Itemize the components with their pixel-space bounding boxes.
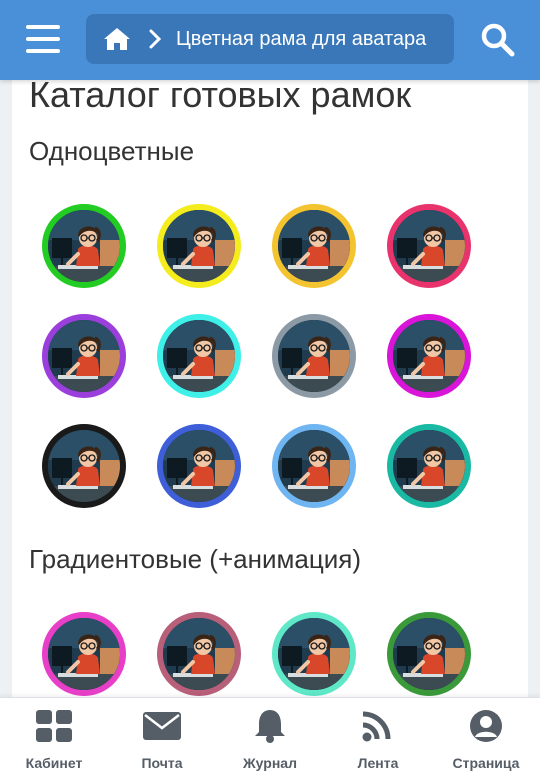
nav-label: Журнал [243, 755, 297, 771]
grid-icon [36, 710, 72, 742]
avatar-frame-option[interactable] [387, 612, 471, 696]
breadcrumb[interactable]: Цветная рама для аватара [86, 14, 454, 64]
avatar-frame-option[interactable] [272, 314, 356, 398]
menu-icon [26, 25, 60, 29]
avatar-image [163, 618, 235, 690]
avatar-frame-option[interactable] [157, 424, 241, 508]
top-bar: Цветная рама для аватара [0, 0, 540, 80]
bell-icon [255, 710, 285, 743]
nav-item-mail[interactable]: Почта [108, 698, 216, 776]
avatar-image [393, 430, 465, 502]
avatar-image [163, 430, 235, 502]
chevron-right-icon [149, 29, 162, 49]
avatar-frame-option[interactable] [157, 314, 241, 398]
bottom-nav: Кабинет Почта Журнал Лента Страница [0, 697, 540, 776]
content-card: Каталог готовых рамок Одноцветные Градие… [12, 80, 528, 700]
avatar-image [48, 320, 120, 392]
avatar-frame-option[interactable] [42, 204, 126, 288]
avatar-frame-option[interactable] [42, 424, 126, 508]
user-icon [470, 710, 502, 742]
nav-label: Кабинет [25, 755, 83, 771]
section-title-solid: Одноцветные [29, 136, 195, 166]
search-icon[interactable] [480, 22, 516, 58]
avatar-frame-option[interactable] [157, 204, 241, 288]
page-title: Каталог готовых рамок [29, 80, 412, 115]
section-title-gradient: Градиентовые (+анимация) [29, 544, 361, 574]
avatar-frame-option[interactable] [42, 314, 126, 398]
avatar-image [393, 210, 465, 282]
avatar-frame-option[interactable] [272, 612, 356, 696]
nav-item-page[interactable]: Страница [432, 698, 540, 776]
avatar-frame-option[interactable] [157, 612, 241, 696]
nav-item-journal[interactable]: Журнал [216, 698, 324, 776]
avatar-image [393, 618, 465, 690]
nav-item-cabinet[interactable]: Кабинет [0, 698, 108, 776]
avatar-frame-option[interactable] [387, 314, 471, 398]
avatar-image [278, 618, 350, 690]
nav-item-feed[interactable]: Лента [324, 698, 432, 776]
avatar-image [163, 320, 235, 392]
avatar-frame-option[interactable] [272, 424, 356, 508]
avatar-image [48, 210, 120, 282]
avatar-image [163, 210, 235, 282]
avatar-frame-option[interactable] [387, 204, 471, 288]
avatar-frame-option[interactable] [387, 424, 471, 508]
avatar-frame-option[interactable] [272, 204, 356, 288]
rss-icon [362, 711, 391, 742]
avatar-image [278, 430, 350, 502]
avatar-image [278, 210, 350, 282]
avatar-image [278, 320, 350, 392]
avatar-image [393, 320, 465, 392]
nav-label: Почта [141, 755, 183, 771]
breadcrumb-current[interactable]: Цветная рама для аватара [176, 28, 426, 51]
home-icon[interactable] [102, 26, 132, 52]
avatar-image [48, 430, 120, 502]
nav-label: Страница [452, 755, 520, 771]
menu-button[interactable] [26, 25, 60, 53]
envelope-icon [143, 712, 181, 740]
nav-label: Лента [357, 755, 399, 771]
avatar-frame-option[interactable] [42, 612, 126, 696]
avatar-image [48, 618, 120, 690]
